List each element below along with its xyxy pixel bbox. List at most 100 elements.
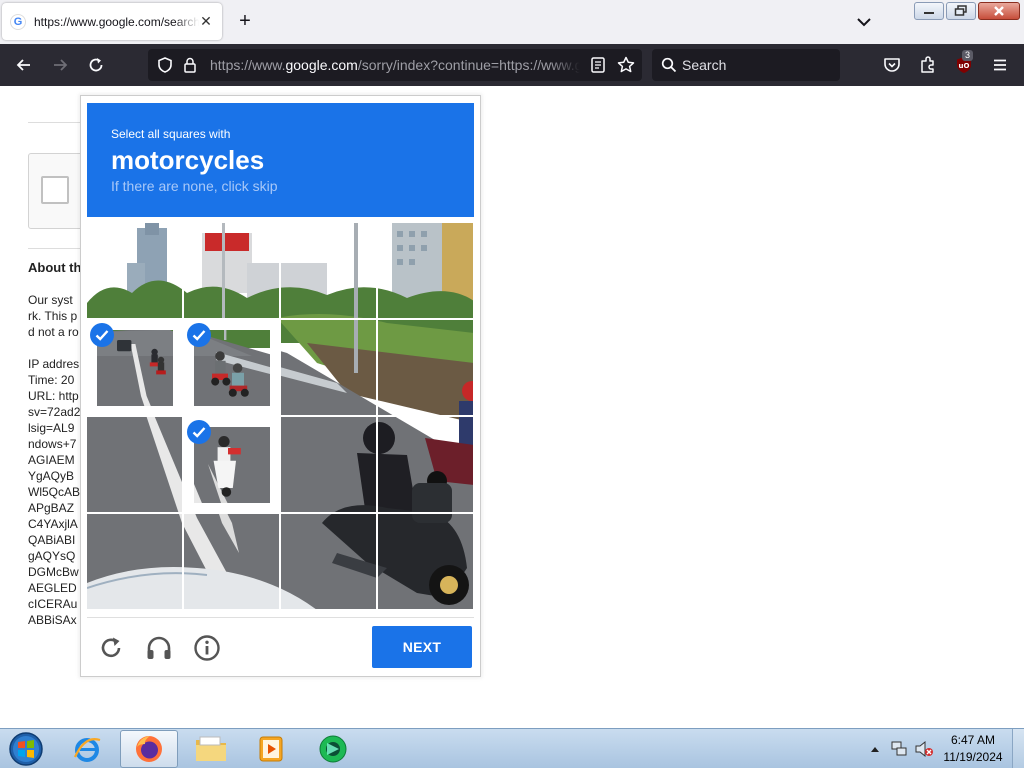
search-icon [661,57,677,73]
about-text-line: IP addres [28,357,80,371]
image-tile[interactable] [378,417,473,512]
about-text-line: QABiABI [28,533,76,547]
internet-explorer-icon[interactable] [58,730,116,768]
media-player-icon[interactable] [242,730,300,768]
about-text-line: Time: 20 [28,373,75,387]
tile-photo [87,223,182,318]
about-text-line: sv=72ad2 [28,405,81,419]
start-button-icon[interactable] [6,730,46,768]
green-app-icon[interactable] [304,730,362,768]
tile-photo [184,514,279,609]
image-tile[interactable] [281,514,376,609]
about-text-line: Our syst [28,293,73,307]
url-text[interactable]: https://www.google.com/sorry/index?conti… [210,57,580,73]
next-button[interactable]: NEXT [372,626,472,668]
instruction-text: Select all squares with [111,127,231,141]
network-icon[interactable] [890,740,908,758]
google-favicon-icon: G [10,13,26,30]
recaptcha-checkbox[interactable] [41,176,69,204]
svg-text:uO: uO [959,62,970,70]
image-tile[interactable] [281,417,376,512]
windows-taskbar [0,728,1024,768]
image-tile[interactable] [378,223,473,318]
about-text-line: gAQYsQ [28,549,76,563]
clock-date[interactable]: 11/19/2024 [940,750,1006,764]
browser-tab-active[interactable]: G https://www.google.com/search ✕ [2,3,222,40]
about-text-line: YgAQyB [28,469,75,483]
checkmark-icon [187,323,211,347]
about-text-line: APgBAZ [28,501,75,515]
extensions-icon[interactable] [918,55,938,75]
about-text-line: C4YAxjlA [28,517,78,531]
image-tile[interactable] [184,514,279,609]
about-text-line: lsig=AL9 [28,421,75,435]
about-text-line [28,340,88,356]
about-heading: About th [28,260,82,275]
about-text-line: AGIAEM [28,453,75,467]
image-tile[interactable] [281,223,376,318]
reload-challenge-icon[interactable] [96,633,126,663]
menu-icon[interactable] [990,55,1010,75]
image-tile[interactable] [184,417,279,512]
about-text-line: DGMcBw [28,565,79,579]
tile-photo [184,223,279,318]
back-icon[interactable] [14,55,34,75]
recaptcha-anchor [28,153,88,229]
navigation-toolbar: https://www.google.com/sorry/index?conti… [0,44,1024,86]
tab-close-icon[interactable]: ✕ [198,13,214,29]
bookmark-star-icon[interactable] [616,55,636,75]
tile-photo [281,320,376,415]
firefox-taskbar-icon[interactable] [120,730,178,768]
show-hidden-icons-icon[interactable] [870,745,880,753]
image-tile[interactable] [87,320,182,415]
new-tab-icon[interactable]: + [234,10,256,32]
image-tile[interactable] [87,417,182,512]
close-window-icon[interactable] [978,2,1020,20]
image-tile[interactable] [281,320,376,415]
window-controls [912,2,1020,20]
tile-photo [378,223,473,318]
info-icon[interactable] [192,633,222,663]
list-all-tabs-icon[interactable] [854,12,874,32]
about-text-line: rk. This p [28,309,78,323]
recaptcha-challenge: Select all squares with motorcycles If t… [80,95,481,677]
about-text-line: d not a ro [28,325,79,339]
tab-title: https://www.google.com/search [34,14,199,29]
tile-photo [378,417,473,512]
clock-time[interactable]: 6:47 AM [950,733,996,747]
restore-icon[interactable] [946,2,976,20]
tile-photo [87,514,182,609]
tile-photo [87,417,182,512]
forward-icon[interactable] [50,55,70,75]
challenge-header: Select all squares with motorcycles If t… [87,103,474,217]
volume-muted-icon[interactable] [914,740,934,758]
shield-icon[interactable] [156,56,174,74]
image-grid [87,223,474,610]
lock-icon[interactable] [182,56,198,74]
image-tile[interactable] [378,514,473,609]
tile-photo [281,223,376,318]
minimize-icon[interactable] [914,2,944,20]
reload-icon[interactable] [86,55,106,75]
pocket-icon[interactable] [882,55,902,75]
footer-divider [87,617,474,618]
about-text-line: URL: http [28,389,79,403]
extension-badge: 3 [962,50,974,61]
image-tile[interactable] [87,223,182,318]
image-tile[interactable] [378,320,473,415]
search-bar[interactable]: Search [652,49,840,81]
show-desktop-button[interactable] [1012,729,1024,768]
audio-challenge-icon[interactable] [144,633,174,663]
target-object-text: motorcycles [111,145,265,175]
hint-text: If there are none, click skip [111,178,278,194]
reader-view-icon[interactable] [590,56,606,74]
file-explorer-icon[interactable] [182,730,240,768]
checkmark-icon [90,323,114,347]
search-placeholder: Search [682,57,727,73]
url-bar[interactable]: https://www.google.com/sorry/index?conti… [148,49,642,81]
tile-photo [378,514,473,609]
about-text-line: AEGLED [28,581,77,595]
image-tile[interactable] [87,514,182,609]
image-tile[interactable] [184,223,279,318]
image-tile[interactable] [184,320,279,415]
